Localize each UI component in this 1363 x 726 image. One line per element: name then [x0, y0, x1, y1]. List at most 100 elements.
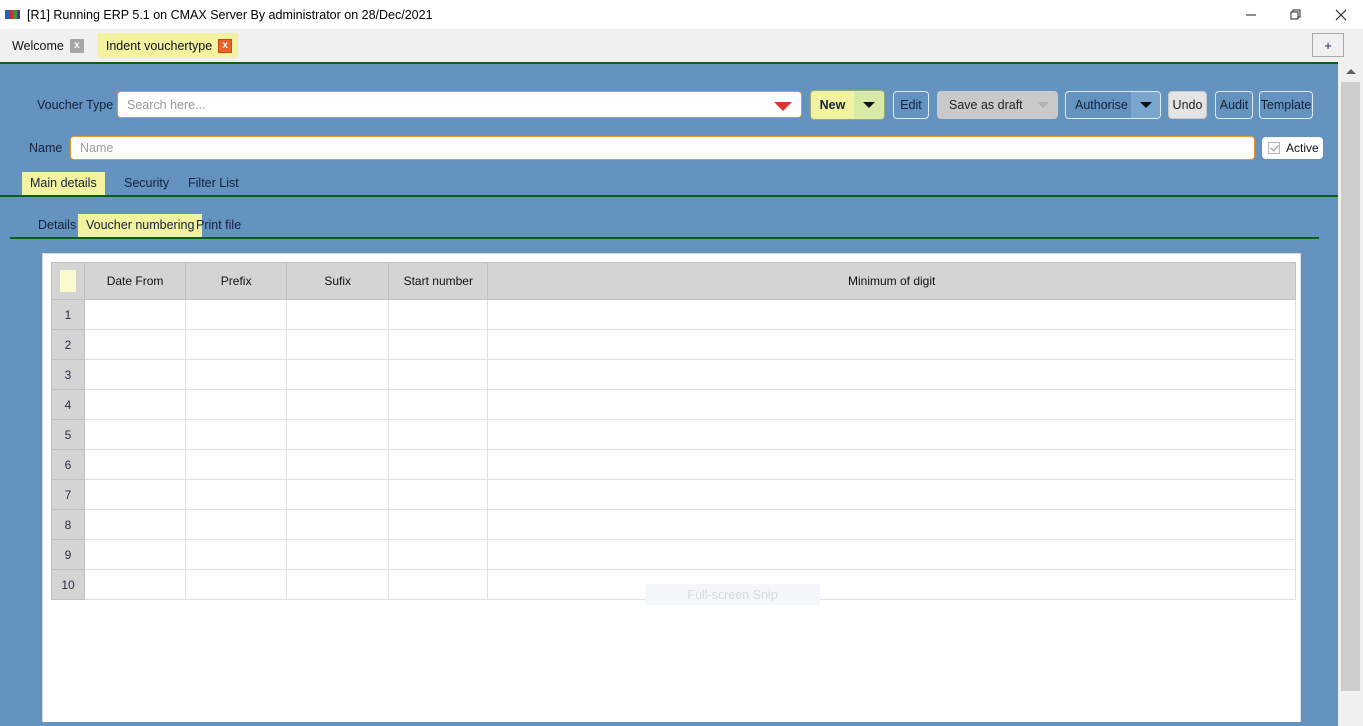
row-number[interactable]: 6 [50, 449, 86, 480]
cell-sufix[interactable] [286, 449, 390, 480]
cell-prefix[interactable] [185, 509, 288, 540]
cell-prefix[interactable] [185, 479, 288, 510]
cell-date-from[interactable] [84, 329, 187, 360]
cell-date-from[interactable] [84, 299, 187, 330]
new-dropdown-arrow[interactable] [854, 91, 884, 119]
column-header-prefix[interactable]: Prefix [185, 262, 288, 300]
scroll-up-arrow-icon[interactable] [1338, 62, 1363, 80]
column-header-date-from[interactable]: Date From [84, 262, 187, 300]
tab-security[interactable]: Security [116, 172, 177, 195]
cell-start-number[interactable] [388, 389, 489, 420]
tab-indent-vouchertype-close-icon[interactable]: x [218, 38, 233, 53]
cell-start-number[interactable] [388, 449, 489, 480]
tab-welcome[interactable]: Welcome x [4, 33, 90, 58]
table-row[interactable]: 3 [50, 359, 1296, 390]
new-tab-button[interactable]: + [1312, 33, 1344, 57]
cell-date-from[interactable] [84, 419, 187, 450]
cell-minimum-of-digit[interactable] [487, 509, 1296, 540]
cell-date-from[interactable] [84, 509, 187, 540]
column-header-minimum-of-digit[interactable]: Minimum of digit [487, 262, 1296, 300]
cell-start-number[interactable] [388, 569, 489, 600]
table-row[interactable]: 2 [50, 329, 1296, 360]
table-row[interactable]: 1 [50, 299, 1296, 330]
cell-prefix[interactable] [185, 389, 288, 420]
row-number[interactable]: 8 [50, 509, 86, 540]
edit-button[interactable]: Edit [893, 91, 929, 119]
table-row[interactable]: 8 [50, 509, 1296, 540]
tab-welcome-close-icon[interactable]: x [69, 38, 84, 53]
row-number[interactable]: 10 [50, 569, 86, 600]
cell-date-from[interactable] [84, 449, 187, 480]
cell-date-from[interactable] [84, 479, 187, 510]
cell-prefix[interactable] [185, 299, 288, 330]
row-number[interactable]: 7 [50, 479, 86, 510]
row-number[interactable]: 9 [50, 539, 86, 570]
row-number[interactable]: 3 [50, 359, 86, 390]
cell-minimum-of-digit[interactable] [487, 419, 1296, 450]
table-row[interactable]: 6 [50, 449, 1296, 480]
tab-main-details[interactable]: Main details [22, 172, 105, 195]
cell-start-number[interactable] [388, 419, 489, 450]
table-row[interactable]: 10 [50, 569, 1296, 600]
cell-sufix[interactable] [286, 299, 390, 330]
cell-prefix[interactable] [185, 419, 288, 450]
cell-sufix[interactable] [286, 539, 390, 570]
column-header-start-number[interactable]: Start number [388, 262, 489, 300]
tab-indent-vouchertype[interactable]: Indent vouchertype x [97, 33, 239, 58]
row-number[interactable]: 4 [50, 389, 86, 420]
cell-start-number[interactable] [388, 299, 489, 330]
save-as-draft-button[interactable]: Save as draft [937, 91, 1058, 119]
cell-prefix[interactable] [185, 359, 288, 390]
cell-prefix[interactable] [185, 449, 288, 480]
minimize-icon[interactable] [1228, 0, 1273, 29]
tab-details[interactable]: Details [30, 214, 84, 237]
table-row[interactable]: 7 [50, 479, 1296, 510]
row-number[interactable]: 2 [50, 329, 86, 360]
active-checkbox[interactable]: Active [1262, 137, 1323, 159]
cell-date-from[interactable] [84, 389, 187, 420]
vertical-scrollbar[interactable] [1338, 62, 1363, 726]
cell-sufix[interactable] [286, 359, 390, 390]
cell-minimum-of-digit[interactable] [487, 359, 1296, 390]
cell-start-number[interactable] [388, 539, 489, 570]
template-button[interactable]: Template [1259, 91, 1313, 119]
row-number[interactable]: 5 [50, 419, 86, 450]
cell-start-number[interactable] [388, 509, 489, 540]
audit-button[interactable]: Audit [1215, 91, 1253, 119]
voucher-type-search-input[interactable]: Search here... [117, 91, 802, 118]
cell-prefix[interactable] [185, 569, 288, 600]
active-checkbox-box[interactable] [1268, 142, 1280, 154]
cell-minimum-of-digit[interactable] [487, 389, 1296, 420]
table-row[interactable]: 5 [50, 419, 1296, 450]
cell-minimum-of-digit[interactable] [487, 539, 1296, 570]
table-row[interactable]: 9 [50, 539, 1296, 570]
cell-minimum-of-digit[interactable] [487, 329, 1296, 360]
cell-start-number[interactable] [388, 479, 489, 510]
scrollbar-thumb[interactable] [1341, 82, 1360, 691]
cell-date-from[interactable] [84, 359, 187, 390]
cell-sufix[interactable] [286, 419, 390, 450]
cell-sufix[interactable] [286, 509, 390, 540]
table-corner-cell[interactable] [50, 262, 86, 300]
cell-minimum-of-digit[interactable] [487, 449, 1296, 480]
row-number[interactable]: 1 [50, 299, 86, 330]
cell-minimum-of-digit[interactable] [487, 479, 1296, 510]
save-as-draft-dropdown-arrow[interactable] [1029, 92, 1057, 118]
cell-sufix[interactable] [286, 329, 390, 360]
tab-voucher-numbering[interactable]: Voucher numbering [78, 214, 203, 237]
authorise-button[interactable]: Authorise [1065, 91, 1161, 119]
cell-date-from[interactable] [84, 569, 187, 600]
tab-print-file[interactable]: Print file [188, 214, 249, 237]
cell-prefix[interactable] [185, 329, 288, 360]
cell-sufix[interactable] [286, 389, 390, 420]
cell-minimum-of-digit[interactable] [487, 569, 1296, 600]
undo-button[interactable]: Undo [1168, 91, 1207, 119]
cell-minimum-of-digit[interactable] [487, 299, 1296, 330]
cell-start-number[interactable] [388, 359, 489, 390]
column-header-sufix[interactable]: Sufix [286, 262, 390, 300]
new-button[interactable]: New [810, 90, 885, 120]
cell-start-number[interactable] [388, 329, 489, 360]
tab-filter-list[interactable]: Filter List [180, 172, 247, 195]
authorise-dropdown-arrow[interactable] [1131, 92, 1160, 118]
cell-sufix[interactable] [286, 569, 390, 600]
